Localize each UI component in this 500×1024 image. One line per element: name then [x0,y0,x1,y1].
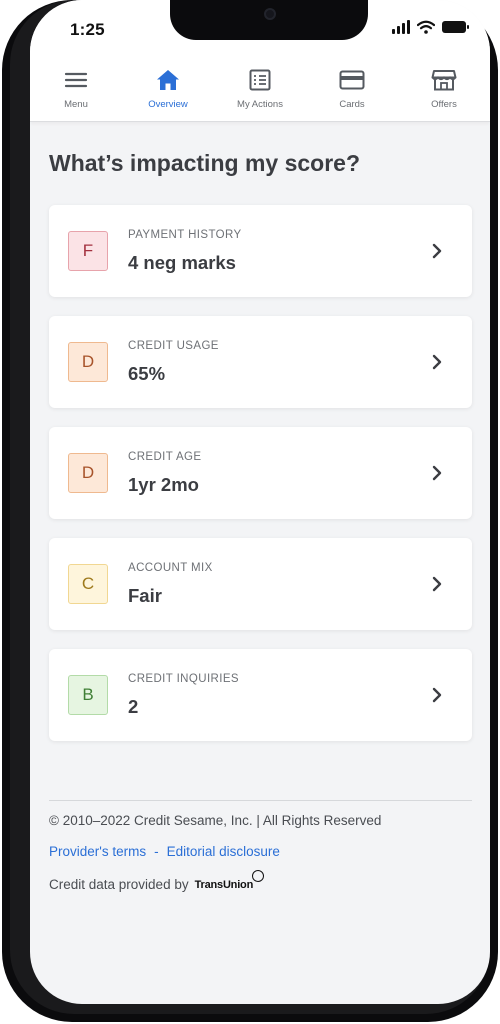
status-time: 1:25 [70,20,105,39]
hamburger-menu-icon [63,68,89,92]
status-icons [392,20,469,34]
grade-badge: C [68,564,108,604]
phone-bezel: 1:25 Menu Overview My Actions Cards Offe… [10,0,490,1014]
factor-card-credit-age[interactable]: D CREDIT AGE 1yr 2mo [49,427,472,519]
chevron-right-icon [432,243,442,259]
phone-frame: 1:25 Menu Overview My Actions Cards Offe… [2,0,498,1022]
chevron-right-icon [432,687,442,703]
camera-notch [170,0,368,40]
editorial-disclosure-link[interactable]: Editorial disclosure [167,844,280,859]
providers-terms-link[interactable]: Provider's terms [49,844,146,859]
factor-value: Fair [128,585,162,606]
nav-item-my-actions[interactable]: My Actions [220,60,300,110]
factor-label: CREDIT INQUIRIES [128,673,239,685]
grade-badge: D [68,453,108,493]
nav-label-menu: Menu [64,99,88,110]
factor-label: CREDIT USAGE [128,340,219,352]
credit-data-text: Credit data provided by [49,877,189,892]
nav-label-cards: Cards [339,99,365,110]
footer-divider [49,800,472,801]
credit-card-icon [339,68,365,92]
factor-card-account-mix[interactable]: C ACCOUNT MIX Fair [49,538,472,630]
nav-item-menu[interactable]: Menu [36,60,116,110]
checklist-icon [247,68,273,92]
battery-icon [442,21,469,33]
factor-label: PAYMENT HISTORY [128,229,242,241]
transunion-logo-mark [252,869,265,882]
factor-value: 4 neg marks [128,252,236,273]
copyright-text: © 2010–2022 Credit Sesame, Inc. | All Ri… [49,813,382,828]
nav-label-offers: Offers [431,99,457,110]
grade-badge: F [68,231,108,271]
factor-card-credit-usage[interactable]: D CREDIT USAGE 65% [49,316,472,408]
transunion-logo-text: TransUnion [194,878,254,891]
chevron-right-icon [432,465,442,481]
top-nav-bar: Menu Overview My Actions Cards Offers [30,60,490,122]
score-factor-list: F PAYMENT HISTORY 4 neg marks D CREDIT U… [49,205,472,760]
grade-badge: D [68,342,108,382]
factor-value: 1yr 2mo [128,474,199,495]
cellular-signal-icon [392,20,410,34]
nav-item-offers[interactable]: Offers [404,60,484,110]
factor-value: 65% [128,363,166,384]
front-camera [264,8,276,20]
app-screen: 1:25 Menu Overview My Actions Cards Offe… [30,0,490,1004]
nav-item-overview[interactable]: Overview [128,60,208,110]
wifi-icon [417,20,435,34]
storefront-icon [431,68,457,92]
home-icon [155,68,181,92]
grade-badge: B [68,675,108,715]
chevron-right-icon [432,354,442,370]
link-separator: - [154,844,159,859]
nav-label-my-actions: My Actions [237,99,283,110]
nav-label-overview: Overview [148,99,188,110]
transunion-logo: TransUnion [194,869,265,891]
nav-item-cards[interactable]: Cards [312,60,392,110]
credit-data-provider: Credit data provided by TransUnion [49,869,265,892]
factor-label: CREDIT AGE [128,451,202,463]
chevron-right-icon [432,576,442,592]
page-title: What’s impacting my score? [49,150,360,176]
factor-card-payment-history[interactable]: F PAYMENT HISTORY 4 neg marks [49,205,472,297]
footer-links: Provider's terms - Editorial disclosure [49,844,280,859]
factor-value: 2 [128,696,139,717]
factor-card-credit-inquiries[interactable]: B CREDIT INQUIRIES 2 [49,649,472,741]
factor-label: ACCOUNT MIX [128,562,213,574]
